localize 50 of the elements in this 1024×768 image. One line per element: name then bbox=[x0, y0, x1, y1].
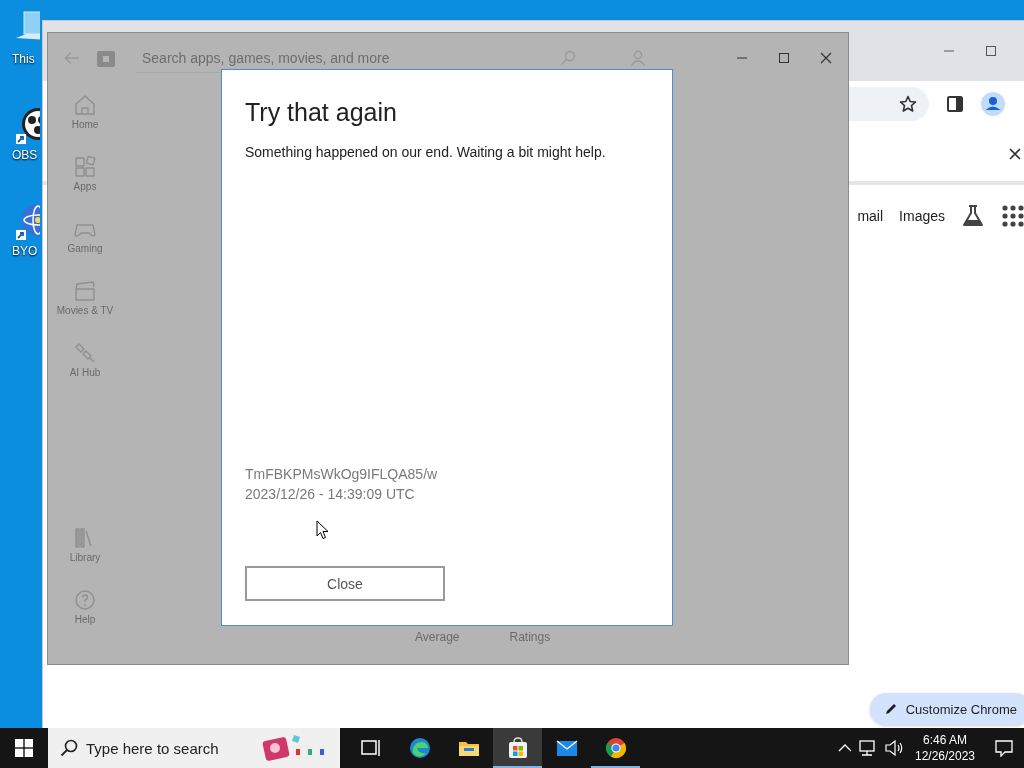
apps-grid-icon[interactable] bbox=[1001, 204, 1024, 228]
desktop-icon-label[interactable]: BYO bbox=[12, 244, 38, 258]
chrome-icon bbox=[603, 736, 628, 760]
search-box[interactable]: Type here to search bbox=[48, 728, 340, 768]
notification-icon[interactable] bbox=[994, 739, 1014, 757]
clock-time[interactable]: 6:46 AM bbox=[923, 732, 967, 748]
nav-item[interactable]: Movies & TV bbox=[48, 279, 122, 341]
help-icon bbox=[73, 588, 97, 612]
dialog-message: Something happened on our end. Waiting a bit might help. bbox=[245, 144, 607, 160]
star-icon[interactable] bbox=[899, 94, 917, 113]
edge-icon bbox=[407, 736, 432, 760]
nav-item[interactable]: Library bbox=[48, 526, 122, 588]
nav-item[interactable]: Help bbox=[48, 588, 122, 650]
search-icon bbox=[60, 739, 78, 757]
store-logo-icon bbox=[96, 49, 116, 67]
nav-item[interactable]: Apps bbox=[48, 155, 122, 217]
volume-icon[interactable] bbox=[884, 739, 904, 757]
tab-label: Ratings bbox=[509, 630, 551, 644]
taskbar-button[interactable] bbox=[493, 728, 542, 768]
desktop-icon-label[interactable]: This bbox=[12, 52, 35, 66]
customize-button[interactable]: Customize Chrome bbox=[869, 693, 1024, 725]
chevron-up-icon[interactable] bbox=[838, 743, 852, 753]
maximize-icon[interactable] bbox=[778, 52, 790, 64]
link[interactable]: mail bbox=[857, 208, 884, 224]
nav-item[interactable]: Home bbox=[48, 93, 122, 155]
nav-item[interactable]: AI Hub bbox=[48, 341, 122, 403]
close-icon[interactable] bbox=[820, 52, 832, 64]
error-code: TmFBKPMsWkOg9IFLQA85/w bbox=[245, 465, 439, 484]
search-field[interactable]: Search apps, games, movies, and more bbox=[136, 49, 560, 66]
clock-date[interactable]: 12/26/2023 bbox=[914, 748, 976, 764]
pencil-icon bbox=[883, 702, 898, 716]
clapperboard-icon bbox=[73, 279, 97, 303]
nav-item[interactable]: Gaming bbox=[48, 217, 122, 279]
network-icon[interactable] bbox=[858, 739, 878, 757]
maximize-icon[interactable] bbox=[985, 45, 997, 57]
close-icon[interactable] bbox=[1009, 147, 1021, 160]
desktop-icon-label[interactable]: OBS bbox=[12, 148, 38, 162]
close-button[interactable]: Close bbox=[245, 566, 445, 601]
avatar-icon[interactable] bbox=[981, 91, 1005, 116]
tab-label: Average bbox=[415, 630, 460, 644]
timestamp: 2023/12/26 - 14:39:09 UTC bbox=[245, 485, 416, 504]
windows-logo-icon[interactable] bbox=[15, 739, 33, 757]
apps-icon bbox=[73, 155, 97, 179]
home-icon bbox=[73, 93, 97, 117]
flask-icon[interactable] bbox=[961, 204, 985, 228]
search-field[interactable]: Type here to search bbox=[84, 738, 238, 758]
link[interactable]: Images bbox=[899, 208, 945, 224]
cursor-icon bbox=[316, 520, 329, 540]
dialog-title: Try that again bbox=[245, 98, 398, 127]
side-panel-icon[interactable] bbox=[947, 95, 963, 112]
